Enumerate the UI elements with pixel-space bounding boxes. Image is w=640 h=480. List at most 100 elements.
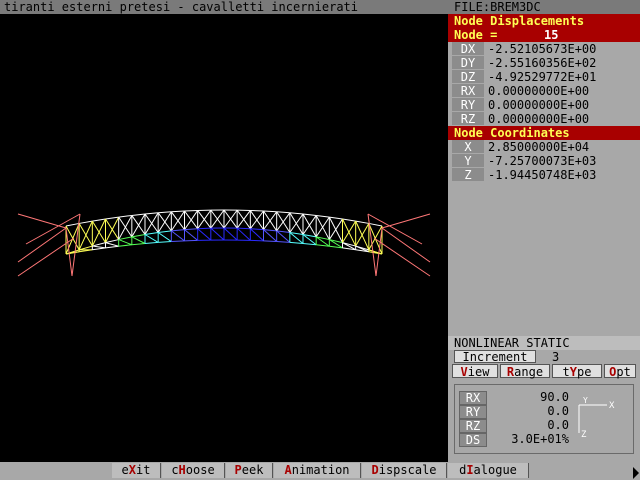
truss-bottom-chord: [118, 236, 132, 241]
truss-lower-diagonal: [171, 230, 185, 242]
coordinate-row-z: Z -1.94450748E+03: [448, 168, 640, 182]
axis-x-label: X: [609, 401, 615, 411]
displacements-header: Node Displacements: [448, 14, 640, 28]
truss-lower-chord: [171, 240, 185, 243]
view-settings: RX 90.0 RY 0.0 RZ 0.0 DS 3.0E+01% Y X Z: [454, 384, 634, 454]
truss-lower-diagonal: [210, 227, 225, 241]
truss-lower-chord: [289, 241, 304, 244]
truss-top-chord: [184, 209, 198, 212]
displacement-row-rx: RX 0.00000000E+00: [448, 84, 640, 98]
command-menu: eXit cHoose Peek Animation Dispscale dIalogue: [0, 462, 640, 480]
truss-top-chord: [342, 218, 356, 222]
menu-animation-button[interactable]: Animation: [274, 463, 361, 478]
truss-top-chord: [276, 211, 290, 214]
truss-top-chord: [329, 216, 343, 220]
analysis-type: NONLINEAR STATIC: [448, 336, 640, 350]
displacement-row-dz: DZ -4.92529772E+01: [448, 70, 640, 84]
truss-top-chord: [250, 209, 264, 212]
truss-bottom-chord: [144, 232, 159, 235]
truss-top-chord: [131, 213, 146, 216]
truss-lower-diagonal: [249, 228, 264, 242]
truss-lower-diagonal: [144, 234, 159, 243]
view-value: 0.0: [547, 418, 569, 432]
truss-top-chord: [171, 210, 185, 213]
model-viewport[interactable]: [0, 14, 448, 462]
view-row-rz[interactable]: RZ 0.0: [459, 419, 569, 433]
view-row-rx[interactable]: RX 90.0: [459, 391, 569, 405]
tab-range[interactable]: Range: [500, 364, 550, 379]
node-selector[interactable]: Node = 15: [448, 28, 640, 42]
displacement-row-dy: DY -2.55160356E+02: [448, 56, 640, 70]
cable-stay-right: [381, 227, 431, 263]
view-row-ry[interactable]: RY 0.0: [459, 405, 569, 419]
displacement-row-ry: RY 0.00000000E+00: [448, 98, 640, 112]
tab-type[interactable]: tYpe: [552, 364, 602, 379]
coordinate-key: Y: [452, 154, 484, 168]
truss-bottom-chord: [105, 239, 119, 244]
view-key: DS: [459, 433, 487, 447]
truss-lower-diagonal: [197, 228, 212, 241]
truss-top-chord: [105, 216, 119, 220]
coordinate-value: 2.85000000E+04: [488, 140, 590, 154]
truss-top-chord: [289, 212, 304, 215]
displacement-key: DY: [452, 56, 484, 70]
truss-lower-chord: [131, 243, 146, 246]
info-panel: FILE:BREM3DC Node Displacements Node = 1…: [448, 0, 640, 462]
menu-dispscale-button[interactable]: Dispscale: [362, 463, 447, 478]
truss-top-chord: [316, 214, 330, 218]
truss-lower-chord: [263, 240, 277, 243]
truss-bottom-chord: [184, 228, 198, 231]
coordinate-value: -1.94450748E+03: [488, 168, 597, 182]
menu-exit-button[interactable]: eXit: [112, 463, 161, 478]
truss-top-chord: [65, 222, 80, 227]
view-key: RZ: [459, 419, 487, 433]
coordinate-key: Z: [452, 168, 484, 182]
truss-top-chord: [92, 218, 106, 222]
tab-view[interactable]: View: [452, 364, 498, 379]
node-label: Node =: [454, 28, 498, 42]
truss-diagonal: [355, 223, 370, 247]
view-key: RY: [459, 405, 487, 419]
displacement-row-dx: DX -2.52105673E+00: [448, 42, 640, 56]
truss-lower-diagonal: [223, 227, 238, 241]
axis-triad-icon: Y X Z: [578, 396, 615, 440]
truss-top-chord: [144, 212, 159, 215]
menu-choose-button[interactable]: cHoose: [162, 463, 225, 478]
truss-bottom-chord: [158, 230, 172, 234]
view-key: RX: [459, 391, 487, 405]
truss-top-chord: [118, 214, 132, 218]
node-value: 15: [544, 28, 559, 42]
truss-lower-diagonal: [157, 232, 172, 242]
displacement-rows: DX -2.52105673E+00 DY -2.55160356E+02 DZ -4.9…: [448, 42, 640, 126]
coordinates-header: Node Coordinates: [448, 126, 640, 140]
displacement-key: RY: [452, 98, 484, 112]
coordinate-key: X: [452, 140, 484, 154]
increment-button[interactable]: Increment: [454, 350, 536, 364]
coordinate-value: -7.25700073E+03: [488, 154, 597, 168]
menu-peek-button[interactable]: Peek: [226, 463, 273, 478]
truss-lower-diagonal: [184, 229, 198, 241]
truss-lower-diagonal: [263, 229, 278, 242]
truss-top-chord: [79, 220, 93, 224]
truss-diagonal: [328, 218, 343, 240]
window-title: tiranti esterni pretesi - cavalletti inc…: [0, 0, 448, 14]
view-value: 0.0: [547, 404, 569, 418]
displacement-value: -2.55160356E+02: [488, 56, 597, 70]
coordinate-row-y: Y -7.25700073E+03: [448, 154, 640, 168]
truss-bottom-chord: [171, 229, 185, 232]
truss-lower-chord: [144, 241, 159, 244]
truss-top-chord: [302, 213, 317, 216]
view-row-ds[interactable]: DS 3.0E+01%: [459, 433, 569, 447]
truss-diagonal: [342, 220, 357, 243]
truss-bottom-chord: [197, 227, 211, 230]
displacement-value: 0.00000000E+00: [488, 112, 590, 126]
displacement-value: -4.92529772E+01: [488, 70, 597, 84]
truss-bottom-chord: [250, 228, 264, 231]
displacement-key: RX: [452, 84, 484, 98]
displacement-row-rz: RZ 0.00000000E+00: [448, 112, 640, 126]
tab-opt[interactable]: Opt: [604, 364, 636, 379]
axis-z-label: Z: [581, 430, 587, 440]
truss-lower-diagonal: [236, 227, 251, 241]
menu-dialogue-button[interactable]: dIalogue: [448, 463, 529, 478]
view-value: 3.0E+01%: [511, 432, 569, 446]
